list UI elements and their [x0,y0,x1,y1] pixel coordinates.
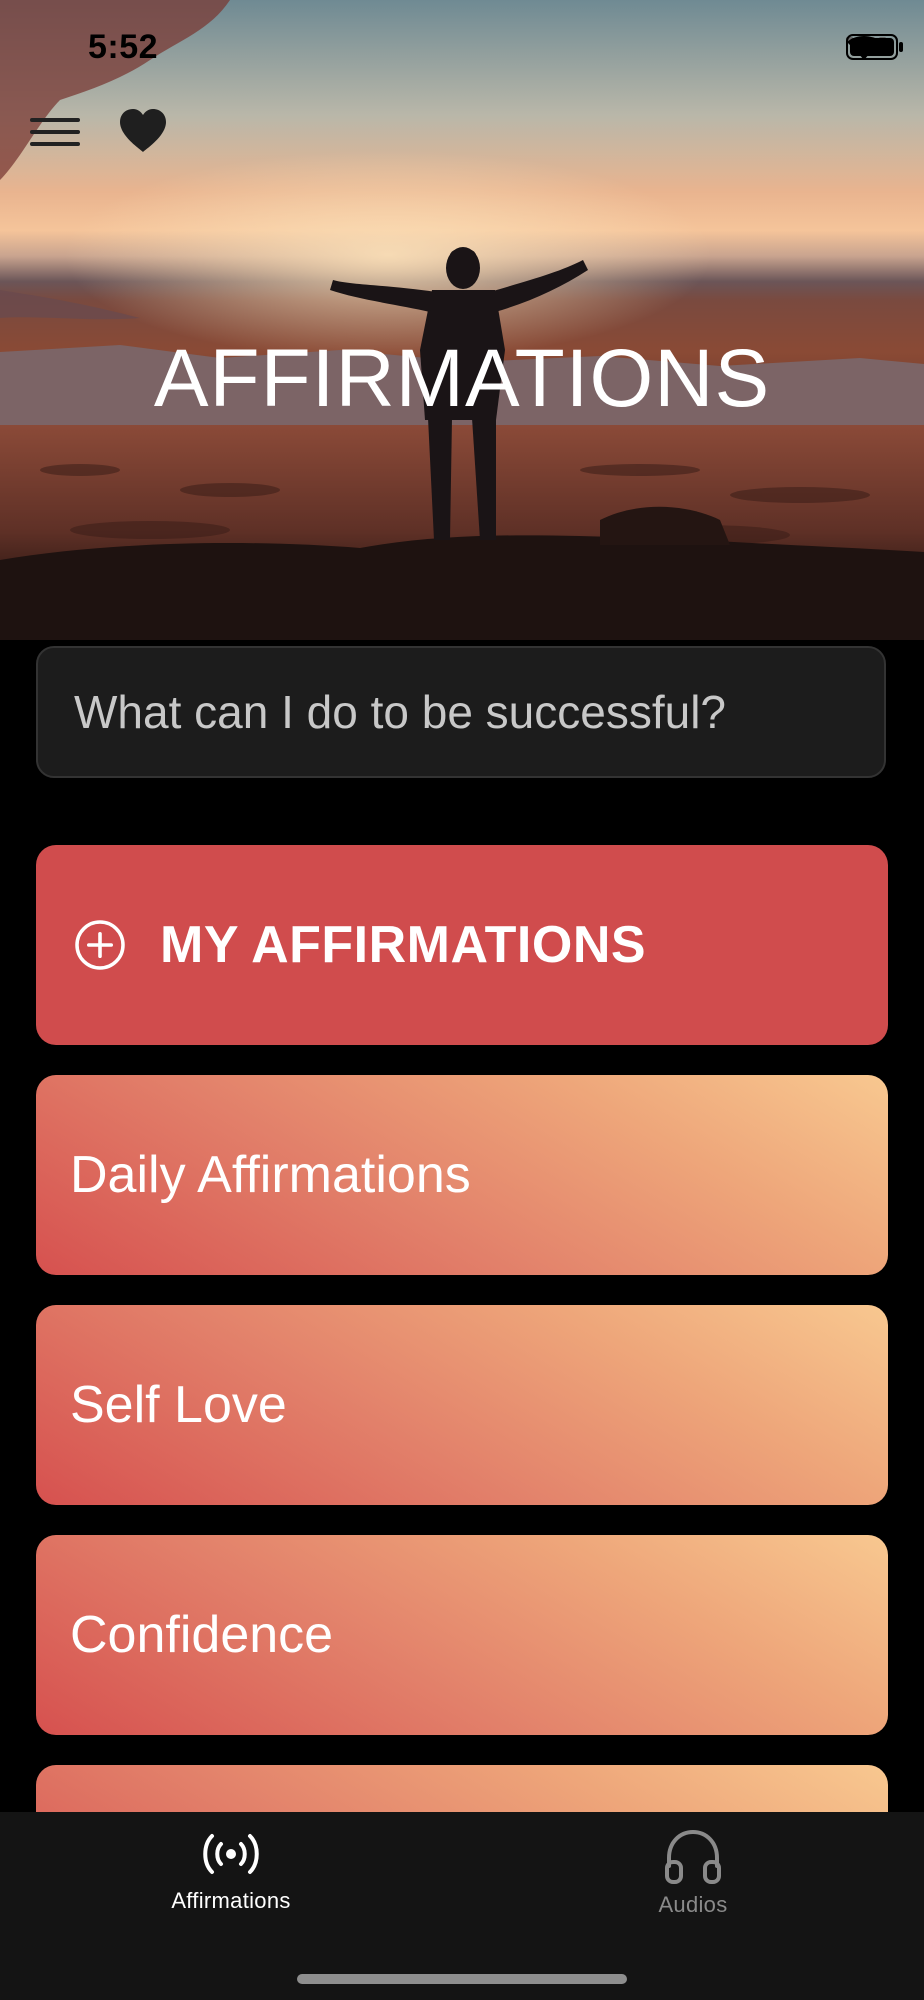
hamburger-menu-icon[interactable] [28,112,82,152]
menu-button[interactable] [28,112,82,152]
status-time: 5:52 [88,28,159,66]
category-label: Daily Affirmations [70,1146,471,1204]
category-label: Self Love [70,1376,287,1434]
hero-background-image [0,0,924,640]
broadcast-icon [203,1834,259,1874]
headphones-icon [665,1829,721,1884]
hero-banner: 5:52 AFFIRMATIONS [0,0,924,640]
tab-bar: Affirmations Audios [0,1812,924,2000]
category-card-confidence[interactable]: Confidence [36,1535,888,1735]
category-label: Confidence [70,1606,334,1664]
plus-circle-icon [75,920,125,970]
tab-label: Affirmations [171,1888,291,1913]
tab-audios[interactable]: Audios [593,1812,793,1932]
page-title: AFFIRMATIONS [153,333,771,424]
search-input[interactable]: What can I do to be successful? [36,646,886,778]
category-card-self-love[interactable]: Self Love [36,1305,888,1505]
favorites-button[interactable] [118,108,168,156]
tab-affirmations[interactable]: Affirmations [131,1812,331,1932]
category-card-daily-affirmations[interactable]: Daily Affirmations [36,1075,888,1275]
tab-label: Audios [658,1892,728,1917]
my-affirmations-button[interactable]: MY AFFIRMATIONS [36,845,888,1045]
home-indicator [297,1974,627,1984]
my-affirmations-label: MY AFFIRMATIONS [160,916,647,974]
heart-icon[interactable] [118,108,168,154]
app-screen: 5:52 AFFIRMATIONS What can I do to be su… [0,0,924,2000]
